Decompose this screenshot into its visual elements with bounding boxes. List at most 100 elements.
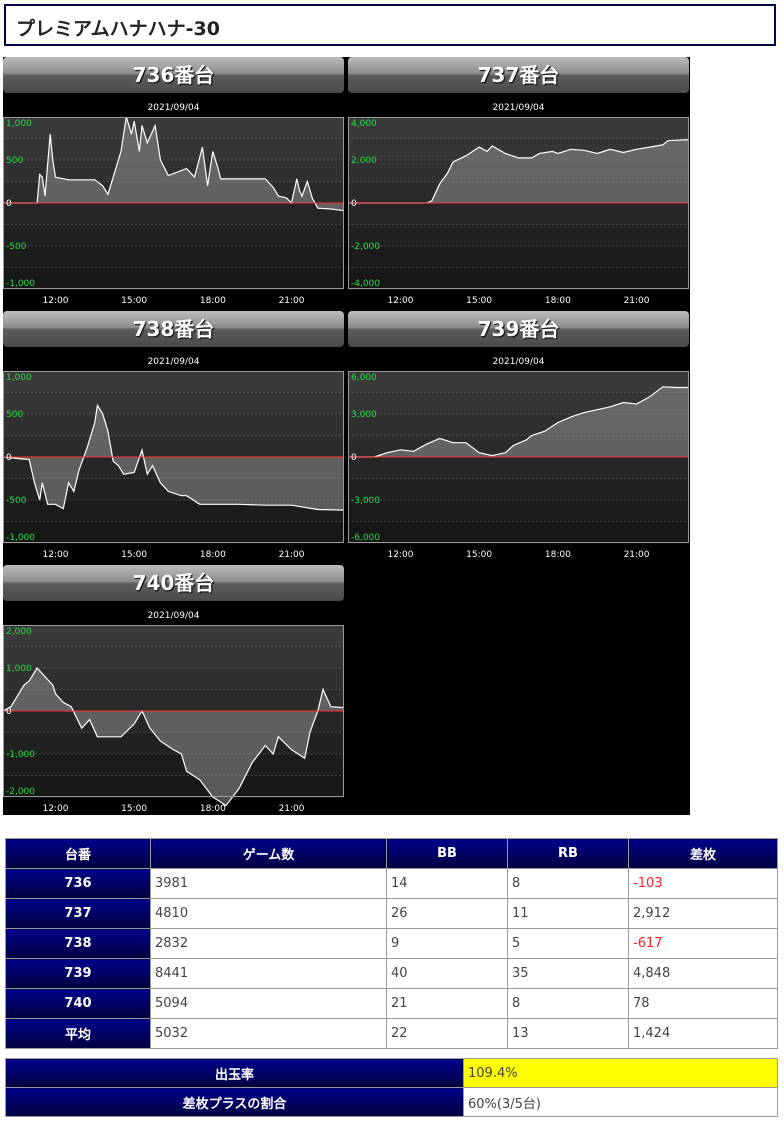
row-label: 738: [5, 928, 151, 959]
plot-band: [3, 414, 344, 436]
plot-band: [348, 371, 689, 393]
graph-chart: 6,000 3,000 0 -3,000 -6,000 12:00 15:00 18:00 21…: [348, 371, 689, 560]
y-tick-label: -2,000: [351, 242, 380, 252]
y-tick-label: -2,000: [6, 787, 35, 797]
x-tick-label: 12:00: [387, 550, 413, 560]
plot-band: [3, 224, 344, 247]
x-tick-label: 12:00: [387, 296, 413, 306]
plot-band: [3, 267, 344, 290]
y-tick-label: -6,000: [351, 533, 380, 543]
diff-cell: 78: [628, 988, 778, 1019]
graph-header: 736番台: [3, 57, 344, 93]
games-cell: 2832: [150, 928, 387, 959]
plot-band: [348, 478, 689, 501]
col-header-diff: 差枚: [628, 838, 778, 869]
plot-band: [3, 371, 344, 393]
x-tick-label: 18:00: [545, 296, 571, 306]
bb-cell: 14: [386, 868, 508, 899]
x-tick-label: 15:00: [121, 296, 147, 306]
diff-cell: 2,912: [628, 898, 778, 929]
plot-band: [348, 267, 689, 290]
bb-cell: 9: [386, 928, 508, 959]
row-label: 平均: [5, 1018, 151, 1049]
diff-cell: 1,424: [628, 1018, 778, 1049]
graph-chart: 4,000 2,000 0 -2,000 -4,000 12:00 15:00 18:00 21…: [348, 117, 689, 306]
y-tick-label: 0: [351, 199, 357, 209]
plot-band: [3, 117, 344, 139]
y-tick-label: -500: [6, 496, 27, 506]
rb-cell: 13: [507, 1018, 629, 1049]
games-cell: 5032: [150, 1018, 387, 1049]
plot-band: [3, 625, 344, 647]
plus-ratio-label: 差枚プラスの割合: [5, 1087, 464, 1117]
row-label: 740: [5, 988, 151, 1019]
col-header-bb: BB: [386, 838, 508, 869]
bb-cell: 26: [386, 898, 508, 929]
y-tick-label: -500: [6, 242, 27, 252]
games-cell: 4810: [150, 898, 387, 929]
graph-date: 2021/09/04: [492, 357, 545, 367]
x-tick-label: 15:00: [466, 550, 492, 560]
plot-band: [3, 435, 344, 458]
plot-band: [348, 457, 689, 479]
graph-chart: 1,000 500 0 -500 -1,000 12:00 15:00 18:00 21:00: [3, 371, 344, 560]
graph-date: 2021/09/04: [492, 103, 545, 113]
graph-date: 2021/09/04: [147, 357, 200, 367]
table-row: 平均 5032 22 13 1,424: [5, 1018, 778, 1049]
plot-band: [3, 775, 344, 798]
row-label: 739: [5, 958, 151, 989]
y-tick-label: -1,000: [6, 533, 35, 543]
table-row: 737 4810 26 11 2,912: [5, 898, 778, 929]
plot-band: [348, 203, 689, 225]
y-tick-label: -1,000: [6, 750, 35, 760]
y-tick-label: 4,000: [351, 119, 377, 129]
y-tick-label: 2,000: [6, 627, 32, 637]
plot-band: [3, 246, 344, 268]
graph-date: 2021/09/04: [147, 103, 200, 113]
summary-table: 出玉率 109.4% 差枚プラスの割合 60%(3/5台): [5, 1058, 778, 1117]
x-tick-label: 18:00: [545, 550, 571, 560]
y-tick-label: 1,000: [6, 373, 32, 383]
table-header-row: 台番 ゲーム数 BB RB 差枚: [5, 838, 778, 869]
summary-row-payout: 出玉率 109.4%: [5, 1058, 778, 1088]
x-tick-label: 15:00: [466, 296, 492, 306]
rb-cell: 5: [507, 928, 629, 959]
plot-band: [348, 246, 689, 268]
graph-header: 740番台: [3, 565, 344, 601]
diff-cell: -103: [628, 868, 778, 899]
graph-chart: 1,000 500 0 -500 -1,000 12:00 15:00 18:00 21:00: [3, 116, 344, 306]
plot-band: [3, 521, 344, 544]
x-tick-label: 12:00: [42, 804, 68, 814]
graph-date: 2021/09/04: [147, 611, 200, 621]
plot-band: [3, 203, 344, 225]
plot-band: [3, 668, 344, 690]
x-tick-label: 18:00: [200, 296, 226, 306]
x-tick-label: 18:00: [200, 804, 226, 814]
graph-header: 739番台: [348, 311, 689, 347]
col-header-games: ゲーム数: [150, 838, 387, 869]
y-tick-label: 6,000: [351, 373, 377, 383]
row-label: 736: [5, 868, 151, 899]
plot-band: [348, 521, 689, 544]
bb-cell: 40: [386, 958, 508, 989]
x-tick-label: 21:00: [624, 296, 650, 306]
y-tick-label: 0: [6, 707, 12, 717]
y-tick-label: 1,000: [6, 664, 32, 674]
graph-area: 736番台 2021/09/04 1,000 500 0 -500 -1,000 12:0…: [3, 57, 690, 815]
y-tick-label: -4,000: [351, 279, 380, 289]
rb-cell: 11: [507, 898, 629, 929]
x-tick-label: 21:00: [279, 804, 305, 814]
rb-cell: 8: [507, 988, 629, 1019]
y-tick-label: -3,000: [351, 496, 380, 506]
x-tick-label: 12:00: [42, 296, 68, 306]
plot-band: [3, 138, 344, 161]
x-tick-label: 15:00: [121, 550, 147, 560]
diff-cell: -617: [628, 928, 778, 959]
table-row: 738 2832 9 5 -617: [5, 928, 778, 959]
graph-header: 737番台: [348, 57, 689, 93]
x-tick-label: 21:00: [279, 550, 305, 560]
col-header-machine: 台番: [5, 838, 151, 869]
y-tick-label: 0: [351, 453, 357, 463]
summary-row-plus-ratio: 差枚プラスの割合 60%(3/5台): [5, 1087, 778, 1117]
plot-band: [3, 646, 344, 669]
